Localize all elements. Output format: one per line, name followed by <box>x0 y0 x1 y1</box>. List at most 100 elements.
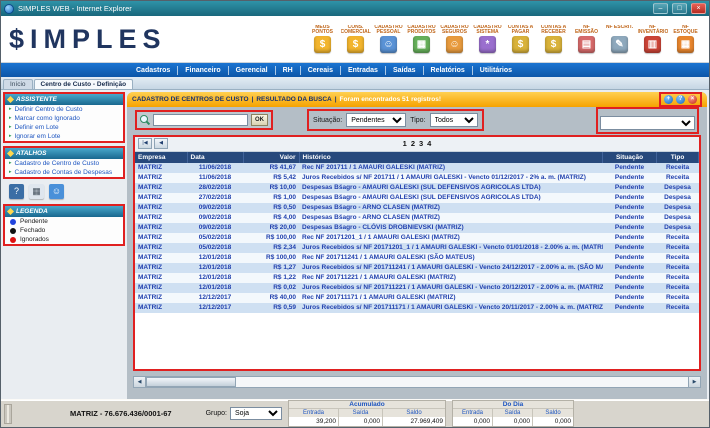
assistente-item[interactable]: ▸ Marcar como Ignorado <box>5 114 123 123</box>
icon-cadastro-seguros[interactable]: CADASTRO SEGUROS ☺ <box>439 25 470 53</box>
table-row[interactable]: MATRIZ 12/01/2018 R$ 100,00 Rec NF 20171… <box>135 253 699 263</box>
cell-historico: Juros Recebidos s/ NF 201711221 / 1 AMAU… <box>299 283 603 293</box>
assistente-item[interactable]: ▸ Definir em Lote <box>5 123 123 132</box>
icon-contas-a-pagar[interactable]: CONTAS A PAGAR $ <box>505 25 536 53</box>
menu-item[interactable]: Utilitários <box>473 66 519 75</box>
menu-item[interactable]: Cadastros <box>129 66 178 75</box>
table-row[interactable]: MATRIZ 12/01/2018 R$ 1,22 Rec NF 2017112… <box>135 273 699 283</box>
menu-item[interactable]: Gerencial <box>229 66 276 75</box>
scroll-left-button[interactable]: ◀ <box>133 376 146 388</box>
atalho-item[interactable]: ▸ Cadastro de Centro de Custo <box>5 159 123 168</box>
help-button[interactable]: ? <box>676 95 685 104</box>
entrada-header: Entrada <box>289 409 338 417</box>
icon-nf-estoque[interactable]: NF ESTOQUE ▦ <box>670 25 701 53</box>
first-page-button[interactable]: |◀ <box>138 138 152 149</box>
menu-item[interactable]: RH <box>276 66 301 75</box>
icon-cadastro-produtos[interactable]: CADASTRO PRODUTOS ▦ <box>406 25 437 53</box>
col-empresa[interactable]: Empresa <box>135 152 187 163</box>
table-row[interactable]: MATRIZ 05/02/2018 R$ 2,34 Juros Recebido… <box>135 243 699 253</box>
table-row[interactable]: MATRIZ 11/06/2018 R$ 5,42 Juros Recebido… <box>135 173 699 183</box>
bullet-icon: ▸ <box>9 107 12 112</box>
maximize-button[interactable]: □ <box>672 3 687 14</box>
icon-contas-a-receber[interactable]: CONTAS A RECEBER $ <box>538 25 569 53</box>
add-button[interactable]: + <box>664 95 673 104</box>
icon-nf-inventario[interactable]: NF INVENTÁRIO ▥ <box>637 25 668 53</box>
user-icon[interactable]: ☺ <box>49 184 64 199</box>
tab-centro-de-custo[interactable]: Centro de Custo - Definição <box>34 79 134 89</box>
menu-item[interactable]: Cereais <box>301 66 341 75</box>
resize-grip[interactable] <box>4 404 12 424</box>
table-row[interactable]: MATRIZ 12/12/2017 R$ 0,59 Juros Recebido… <box>135 303 699 313</box>
legenda-panel: LEGENDA Pendente Fechado <box>3 204 125 246</box>
scroll-right-button[interactable]: ▶ <box>688 376 701 388</box>
atalhos-title: ATALHOS <box>16 150 46 157</box>
icon-nf-escrituracao[interactable]: NF ESCRIT. ✎ <box>604 25 635 53</box>
table-row[interactable]: MATRIZ 11/06/2018 R$ 41,67 Rec NF 201711… <box>135 163 699 173</box>
icon-consulta-comercial[interactable]: CONS. COMERCIAL $ <box>340 25 371 53</box>
menu-item[interactable]: Saídas <box>386 66 424 75</box>
col-data[interactable]: Data <box>187 152 243 163</box>
assistente-icon <box>7 96 14 103</box>
icon-cadastro-sistema[interactable]: CADASTRO SISTEMA * <box>472 25 503 53</box>
cell-situacao: Pendente <box>603 243 657 253</box>
cell-valor: R$ 0,02 <box>243 283 299 293</box>
help-icon[interactable]: ? <box>9 184 24 199</box>
icon-meus-pontos[interactable]: MEUS PONTOS $ <box>307 25 338 53</box>
col-historico[interactable]: Histórico <box>299 152 603 163</box>
scrollbar-track[interactable] <box>146 376 688 388</box>
table-row[interactable]: MATRIZ 09/02/2018 R$ 4,00 Despesas Bšagr… <box>135 213 699 223</box>
assistente-item[interactable]: ▸ Ignorar em Lote <box>5 132 123 141</box>
table-row[interactable]: MATRIZ 09/02/2018 R$ 20,00 Despesas Bšag… <box>135 223 699 233</box>
icon-cadastro-pessoal[interactable]: CADASTRO PESSOAL ☺ <box>373 25 404 53</box>
cell-historico: Juros Recebidos s/ NF 201711 / 1 AMAURI … <box>299 173 603 183</box>
cell-situacao: Pendente <box>603 233 657 243</box>
close-button[interactable]: × <box>691 3 706 14</box>
col-situacao[interactable]: Situação <box>603 152 657 163</box>
page-number[interactable]: 2 <box>409 139 417 148</box>
table-row[interactable]: MATRIZ 05/02/2018 R$ 100,00 Rec NF 20171… <box>135 233 699 243</box>
extra-filter-select[interactable] <box>600 116 695 130</box>
calculator-icon[interactable]: ▦ <box>29 184 44 199</box>
table-row[interactable]: MATRIZ 12/12/2017 R$ 40,00 Rec NF 201711… <box>135 293 699 303</box>
page-number[interactable]: 3 <box>417 139 425 148</box>
menu-item[interactable]: Entradas <box>341 66 386 75</box>
col-valor[interactable]: Valor <box>243 152 299 163</box>
legenda-icon <box>7 208 14 215</box>
search-input[interactable] <box>153 114 248 126</box>
acumulado-saida-value: 0,000 <box>339 417 382 426</box>
tipo-select[interactable]: Todos <box>430 113 478 127</box>
icon-nf-emissao[interactable]: NF EMISSÃO ▤ <box>571 25 602 53</box>
bullet-icon: ▸ <box>9 125 12 130</box>
table-row[interactable]: MATRIZ 27/02/2018 R$ 1,00 Despesas Bšagr… <box>135 193 699 203</box>
prev-page-button[interactable]: ◀ <box>154 138 168 149</box>
pagination-bar: |◀ ◀ 1234 <box>135 137 699 152</box>
minimize-button[interactable]: – <box>653 3 668 14</box>
panel-header-bar: CADASTRO DE CENTROS DE CUSTO | RESULTADO… <box>127 92 707 107</box>
table-row[interactable]: MATRIZ 12/01/2018 R$ 0,02 Juros Recebido… <box>135 283 699 293</box>
menu-item[interactable]: Financeiro <box>178 66 228 75</box>
tab-inicio[interactable]: Início <box>3 79 33 89</box>
table-row[interactable]: MATRIZ 28/02/2018 R$ 10,00 Despesas Bšag… <box>135 183 699 193</box>
scrollbar-thumb[interactable] <box>146 377 236 387</box>
table-row[interactable]: MATRIZ 09/02/2018 R$ 0,50 Despesas Bšagr… <box>135 203 699 213</box>
situacao-select[interactable]: Pendentes <box>346 113 406 127</box>
cell-situacao: Pendente <box>603 303 657 313</box>
cell-empresa: MATRIZ <box>135 223 187 233</box>
entrada-header: Entrada <box>453 409 492 417</box>
search-ok-button[interactable]: OK <box>251 114 268 126</box>
cell-tipo: Receita <box>657 293 699 303</box>
close-panel-button[interactable]: × <box>688 95 697 104</box>
menu-item[interactable]: Relatórios <box>424 66 473 75</box>
saida-header: Saída <box>339 409 382 417</box>
sidebar-tools: ? ▦ ☺ <box>3 182 125 201</box>
grupo-select[interactable]: Soja <box>230 407 282 420</box>
atalho-item[interactable]: ▸ Cadastro de Contas de Despesas <box>5 168 123 177</box>
cell-situacao: Pendente <box>603 273 657 283</box>
page-number[interactable]: 1 <box>401 139 409 148</box>
cell-historico: Despesas Bšagro - ARNO CLASEN (MATRIZ) <box>299 203 603 213</box>
assistente-item[interactable]: ▸ Definir Centro de Custo <box>5 105 123 114</box>
results-table: Empresa Data Valor Histórico Situação Ti… <box>135 152 699 313</box>
page-number[interactable]: 4 <box>425 139 433 148</box>
table-row[interactable]: MATRIZ 12/01/2018 R$ 1,27 Juros Recebido… <box>135 263 699 273</box>
col-tipo[interactable]: Tipo <box>657 152 699 163</box>
